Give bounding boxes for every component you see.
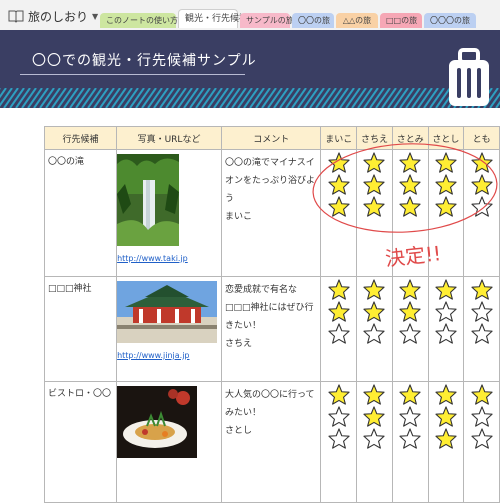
place-name: 〇〇の滝 xyxy=(48,157,85,167)
star-empty-icon[interactable] xyxy=(328,323,350,344)
star-filled-icon[interactable] xyxy=(399,279,421,300)
star-filled-icon[interactable] xyxy=(328,196,350,217)
page-banner: 〇〇での観光・行先候補サンプル xyxy=(0,30,500,108)
decision-note: 決定!! xyxy=(384,241,443,271)
reference-link[interactable]: http://www.jinja.jp xyxy=(117,351,221,360)
star-filled-icon[interactable] xyxy=(471,174,493,195)
notebook-icon xyxy=(8,10,24,23)
star-filled-icon[interactable] xyxy=(363,279,386,300)
star-filled-icon[interactable] xyxy=(328,174,350,195)
star-filled-icon[interactable] xyxy=(435,174,457,195)
table-row: □□□神社 http://www.jinja.jp 恋愛成就で有名な□□□神社にはぜ… xyxy=(43,276,500,382)
star-empty-icon[interactable] xyxy=(399,406,421,427)
star-filled-icon[interactable] xyxy=(435,196,457,217)
star-filled-icon[interactable] xyxy=(399,196,421,217)
tab-0[interactable]: このノートの使い方 xyxy=(100,13,178,28)
star-empty-icon[interactable] xyxy=(471,323,493,344)
rating-cell xyxy=(391,276,429,382)
rating-cell xyxy=(427,276,465,382)
place-name: ビストロ・〇〇 xyxy=(48,389,112,399)
star-filled-icon[interactable] xyxy=(363,152,386,173)
place-name: □□□神社 xyxy=(48,284,92,294)
waterfall-photo xyxy=(117,154,180,246)
star-filled-icon[interactable] xyxy=(399,384,421,405)
star-filled-icon[interactable] xyxy=(435,384,457,405)
rating-cell xyxy=(320,149,358,277)
comment-text: 大人気の〇〇に行ってみたい！ さとし xyxy=(224,390,315,436)
column-header: コメント xyxy=(220,126,322,150)
star-empty-icon[interactable] xyxy=(363,428,386,449)
star-filled-icon[interactable] xyxy=(399,174,421,195)
tab-3[interactable]: 〇〇の旅 xyxy=(292,13,334,28)
rating-cell xyxy=(391,381,429,503)
star-filled-icon[interactable] xyxy=(471,279,493,300)
banner-stripes xyxy=(0,88,500,108)
star-empty-icon[interactable] xyxy=(471,301,493,322)
comment-text: 〇〇の滝でマイナスイオンをたっぷり浴びよう まいこ xyxy=(224,158,315,222)
tab-1[interactable]: 観光・行先候補 xyxy=(178,9,248,28)
rating-cell xyxy=(463,381,500,503)
rating-cell xyxy=(356,276,393,382)
title-underline xyxy=(20,74,245,75)
rating-cell xyxy=(320,381,358,503)
notebook-selector[interactable]: 旅のしおり ▼ xyxy=(8,6,98,26)
comment-text: 恋愛成就で有名な□□□神社にはぜひ行きたい！ さちえ xyxy=(224,285,314,349)
column-header: さとみ xyxy=(391,126,429,150)
column-header: 写真・URLなど xyxy=(116,126,222,150)
star-filled-icon[interactable] xyxy=(363,174,386,195)
star-filled-icon[interactable] xyxy=(435,406,457,427)
shrine-photo xyxy=(117,281,218,343)
rating-cell xyxy=(463,276,500,382)
star-filled-icon[interactable] xyxy=(399,152,421,173)
column-header: まいこ xyxy=(320,126,358,150)
rating-cell xyxy=(463,149,500,277)
star-filled-icon[interactable] xyxy=(328,384,350,405)
tab-6[interactable]: 〇〇〇の旅 xyxy=(424,13,476,28)
star-empty-icon[interactable] xyxy=(399,323,421,344)
page-title: 〇〇での観光・行先候補サンプル xyxy=(32,53,257,69)
star-empty-icon[interactable] xyxy=(471,196,493,217)
tab-5[interactable]: □□の旅 xyxy=(380,13,422,28)
star-filled-icon[interactable] xyxy=(328,279,350,300)
suitcase-icon xyxy=(449,48,489,106)
star-empty-icon[interactable] xyxy=(328,406,350,427)
star-empty-icon[interactable] xyxy=(435,323,457,344)
top-bar: 旅のしおり ▼ このノートの使い方 観光・行先候補 サンプルの旅 〇〇の旅 △△の旅 □□… xyxy=(0,0,500,31)
column-header: 行先候補 xyxy=(43,126,118,150)
reference-link[interactable]: http://www.taki.jp xyxy=(117,254,221,263)
star-filled-icon[interactable] xyxy=(399,301,421,322)
star-filled-icon[interactable] xyxy=(363,301,386,322)
star-filled-icon[interactable] xyxy=(328,152,350,173)
candidate-table: 行先候補 写真・URLなど コメント まいこ さちえ さとみ さとし とも 〇〇の滝 http:… xyxy=(43,126,500,503)
rating-cell xyxy=(427,381,465,503)
star-filled-icon[interactable] xyxy=(328,301,350,322)
column-header: さちえ xyxy=(356,126,393,150)
rating-cell xyxy=(356,381,393,503)
star-filled-icon[interactable] xyxy=(435,428,457,449)
star-filled-icon[interactable] xyxy=(363,196,386,217)
star-empty-icon[interactable] xyxy=(471,406,493,427)
star-filled-icon[interactable] xyxy=(471,152,493,173)
star-filled-icon[interactable] xyxy=(363,384,386,405)
column-header: さとし xyxy=(427,126,465,150)
star-empty-icon[interactable] xyxy=(471,428,493,449)
table-header-row: 行先候補 写真・URLなど コメント まいこ さちえ さとみ さとし とも xyxy=(43,126,500,150)
star-filled-icon[interactable] xyxy=(435,152,457,173)
star-filled-icon[interactable] xyxy=(471,384,493,405)
tab-4[interactable]: △△の旅 xyxy=(336,13,378,28)
section-tabs: このノートの使い方 観光・行先候補 サンプルの旅 〇〇の旅 △△の旅 □□の旅 〇〇〇の旅 xyxy=(100,9,478,30)
tab-2[interactable]: サンプルの旅 xyxy=(240,13,294,28)
notebook-title: 旅のしおり xyxy=(28,9,89,24)
star-empty-icon[interactable] xyxy=(328,428,350,449)
star-filled-icon[interactable] xyxy=(363,406,386,427)
star-empty-icon[interactable] xyxy=(435,301,457,322)
star-empty-icon[interactable] xyxy=(399,428,421,449)
dish-photo xyxy=(117,386,198,458)
column-header: とも xyxy=(463,126,500,150)
star-filled-icon[interactable] xyxy=(435,279,457,300)
rating-cell xyxy=(320,276,358,382)
star-empty-icon[interactable] xyxy=(363,323,386,344)
table-row: ビストロ・〇〇 大人気の〇〇に行ってみたい！ さとし xyxy=(43,381,500,503)
chevron-down-icon[interactable]: ▼ xyxy=(92,12,98,21)
